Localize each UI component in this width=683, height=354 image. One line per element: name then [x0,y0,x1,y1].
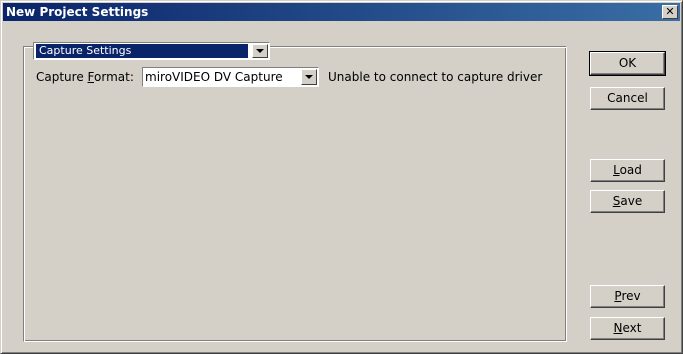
capture-format-dropdown-button[interactable] [301,69,317,85]
prev-button[interactable]: Prev [590,285,665,308]
section-dropdown-value: Capture Settings [36,44,248,58]
save-button[interactable]: Save [590,190,665,213]
chevron-down-icon [256,49,264,53]
settings-group-box [23,46,567,342]
capture-format-dropdown[interactable]: miroVIDEO DV Capture [142,67,319,87]
new-project-settings-dialog: New Project Settings ✕ Capture Settings … [0,0,683,354]
next-button[interactable]: Next [590,317,665,340]
section-dropdown[interactable]: Capture Settings [33,42,270,60]
capture-format-value: miroVIDEO DV Capture [145,70,283,84]
ok-button[interactable]: OK [589,51,666,76]
chevron-down-icon [305,75,313,79]
cancel-button[interactable]: Cancel [590,87,665,110]
section-dropdown-button[interactable] [252,44,268,58]
load-button[interactable]: Load [590,159,665,182]
close-button[interactable]: ✕ [662,5,678,19]
capture-format-label: Capture Format: [36,70,134,84]
capture-status-text: Unable to connect to capture driver [328,70,543,84]
window-title: New Project Settings [6,5,149,19]
title-bar[interactable]: New Project Settings ✕ [3,3,680,21]
close-icon: ✕ [665,5,675,18]
